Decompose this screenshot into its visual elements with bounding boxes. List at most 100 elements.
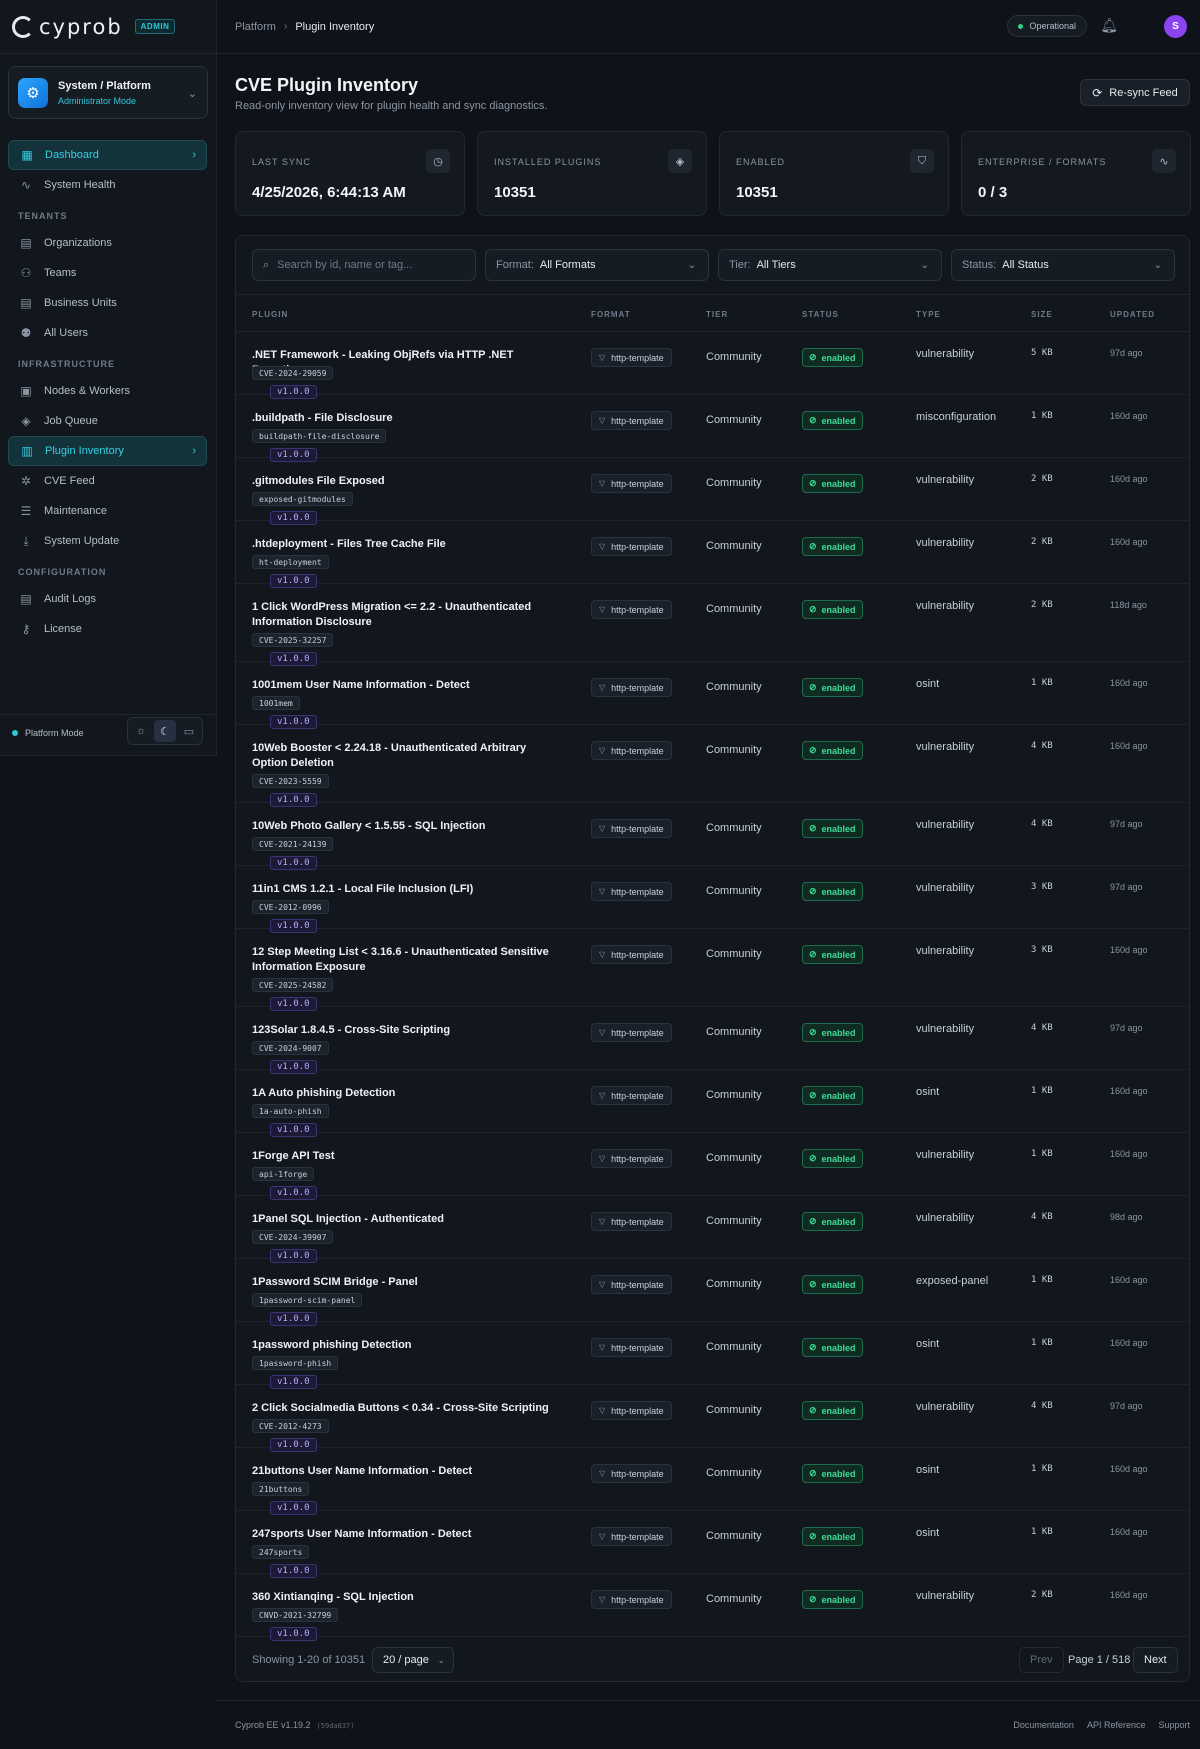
chevron-down-icon: ⌄ bbox=[437, 1654, 445, 1665]
table-row[interactable]: 247sports User Name Information - Detect… bbox=[236, 1511, 1189, 1578]
format-label: http-template bbox=[611, 1405, 664, 1416]
table-row[interactable]: 10Web Booster < 2.24.18 - Unauthenticate… bbox=[236, 725, 1189, 807]
sidebar-item-system-update[interactable]: ⤓ System Update bbox=[8, 526, 207, 556]
sidebar-item-maintenance[interactable]: ☰ Maintenance bbox=[8, 496, 207, 526]
table-row[interactable]: 11in1 CMS 1.2.1 - Local File Inclusion (… bbox=[236, 866, 1189, 933]
plugin-name: 1Password SCIM Bridge - Panel bbox=[252, 1276, 418, 1288]
moon-icon[interactable]: ☾ bbox=[154, 720, 176, 742]
sidebar-item-organizations[interactable]: ▤ Organizations bbox=[8, 228, 207, 258]
plugin-name: 10Web Booster < 2.24.18 - Unauthenticate… bbox=[252, 742, 527, 769]
sidebar-item-teams[interactable]: ⚇ Teams bbox=[8, 258, 207, 288]
tier-select-label: Tier: bbox=[729, 259, 751, 271]
sidebar-item-business-units[interactable]: ▤ Business Units bbox=[8, 288, 207, 318]
format-label: http-template bbox=[611, 604, 664, 615]
page-size-select[interactable]: 20 / page ⌄ bbox=[372, 1647, 454, 1673]
format-badge: ▽ http-template bbox=[591, 945, 672, 964]
format-label: http-template bbox=[611, 1153, 664, 1164]
sidebar-item-license[interactable]: ⚷ License bbox=[8, 614, 207, 644]
table-row[interactable]: 10Web Photo Gallery < 1.5.55 - SQL Injec… bbox=[236, 803, 1189, 870]
sidebar-item-cve-feed[interactable]: ✲ CVE Feed bbox=[8, 466, 207, 496]
filter-icon: ▽ bbox=[599, 1469, 606, 1478]
check-circle-icon: ⊘ bbox=[809, 1216, 817, 1226]
table-row[interactable]: 1 Click WordPress Migration <= 2.2 - Una… bbox=[236, 584, 1189, 666]
updated-label: 160d ago bbox=[1110, 474, 1148, 484]
prev-page-button[interactable]: Prev bbox=[1019, 1647, 1064, 1673]
plugin-id-tag: CVE-2025-32257 bbox=[252, 633, 334, 647]
resync-feed-button[interactable]: ⟳ Re-sync Feed bbox=[1080, 79, 1190, 106]
filter-icon: ▽ bbox=[599, 1406, 606, 1415]
plugin-id-tag: 1password-scim-panel bbox=[252, 1293, 363, 1307]
breadcrumb-root[interactable]: Platform bbox=[235, 21, 276, 33]
database-icon: ☰ bbox=[20, 504, 32, 518]
table-header: PLUGIN FORMAT TIER STATUS TYPE SIZE UPDA… bbox=[236, 294, 1189, 332]
table-row[interactable]: 1A Auto phishing Detection 1a-auto-phish v… bbox=[236, 1070, 1189, 1137]
stat-label: ENABLED bbox=[736, 157, 786, 167]
search-input[interactable] bbox=[277, 259, 458, 271]
plugin-name: 12 Step Meeting List < 3.16.6 - Unauthen… bbox=[252, 946, 549, 973]
sun-icon[interactable]: ☼ bbox=[130, 720, 152, 742]
table-row[interactable]: 123Solar 1.8.4.5 - Cross-Site Scripting C… bbox=[236, 1007, 1189, 1074]
plugin-name: .htdeployment - Files Tree Cache File bbox=[252, 538, 446, 550]
status-label: enabled bbox=[821, 1090, 856, 1101]
table-row[interactable]: 21buttons User Name Information - Detect… bbox=[236, 1448, 1189, 1515]
platform-mode-label: Platform Mode bbox=[25, 727, 84, 738]
table-row[interactable]: .NET Framework - Leaking ObjRefs via HTT… bbox=[236, 332, 1189, 399]
tenant-switcher[interactable]: ⚙ System / Platform Administrator Mode ⌄ bbox=[8, 66, 208, 119]
plugin-tags: CVE-2012-4273 v1.0.0 bbox=[252, 1419, 329, 1452]
tier-label: Community bbox=[706, 744, 762, 756]
column-header-format: FORMAT bbox=[591, 310, 631, 319]
bell-icon[interactable]: 🔔︎ bbox=[1100, 17, 1118, 34]
size-label: 1 KB bbox=[1031, 1275, 1053, 1285]
api-reference-link[interactable]: API Reference bbox=[1087, 1720, 1146, 1730]
plugin-name: 1A Auto phishing Detection bbox=[252, 1087, 396, 1099]
sidebar-item-dashboard[interactable]: ▦ Dashboard › bbox=[8, 140, 207, 170]
status-label: enabled bbox=[821, 745, 856, 756]
sidebar-item-job-queue[interactable]: ◈ Job Queue bbox=[8, 406, 207, 436]
page-indicator: Page 1 / 518 bbox=[1068, 1654, 1131, 1666]
table-row[interactable]: 1Password SCIM Bridge - Panel 1password-s… bbox=[236, 1259, 1189, 1326]
chevron-right-icon: › bbox=[283, 21, 288, 32]
type-label: vulnerability bbox=[916, 537, 975, 549]
plugin-tags: 1a-auto-phish v1.0.0 bbox=[252, 1104, 329, 1137]
documentation-link[interactable]: Documentation bbox=[1013, 1720, 1074, 1730]
refresh-icon: ⟳ bbox=[1092, 85, 1103, 100]
next-page-button[interactable]: Next bbox=[1133, 1647, 1178, 1673]
sidebar-item-plugin-inventory[interactable]: ▥ Plugin Inventory › bbox=[8, 436, 207, 466]
table-row[interactable]: 2 Click Socialmedia Buttons < 0.34 - Cro… bbox=[236, 1385, 1189, 1452]
building-icon: ▤ bbox=[20, 296, 32, 310]
sidebar-item-all-users[interactable]: ⚉ All Users bbox=[8, 318, 207, 348]
monitor-icon[interactable]: ▭ bbox=[178, 720, 200, 742]
type-label: vulnerability bbox=[916, 741, 975, 753]
status-select[interactable]: Status: All Status ⌄ bbox=[951, 249, 1175, 281]
table-row[interactable]: .buildpath - File Disclosure buildpath-fi… bbox=[236, 395, 1189, 462]
page-subtitle: Read-only inventory view for plugin heal… bbox=[235, 100, 548, 112]
sidebar-item-system-health[interactable]: ∿ System Health bbox=[8, 170, 207, 200]
sidebar-item-audit-logs[interactable]: ▤ Audit Logs bbox=[8, 584, 207, 614]
users-icon: ⚉ bbox=[20, 326, 32, 340]
sidebar-item-label: CVE Feed bbox=[44, 475, 95, 487]
table-row[interactable]: 1Forge API Test api-1forge v1.0.0 ▽ http-tem… bbox=[236, 1133, 1189, 1200]
table-row[interactable]: 12 Step Meeting List < 3.16.6 - Unauthen… bbox=[236, 929, 1189, 1011]
plugin-id-tag: 1a-auto-phish bbox=[252, 1104, 329, 1118]
type-label: exposed-panel bbox=[916, 1275, 989, 1287]
table-row[interactable]: 1password phishing Detection 1password-ph… bbox=[236, 1322, 1189, 1389]
tier-select[interactable]: Tier: All Tiers ⌄ bbox=[718, 249, 942, 281]
support-link[interactable]: Support bbox=[1158, 1720, 1190, 1730]
size-label: 1 KB bbox=[1031, 1464, 1053, 1474]
brand[interactable]: cyprob ADMIN bbox=[0, 0, 216, 54]
plugin-tags: api-1forge v1.0.0 bbox=[252, 1167, 317, 1200]
size-label: 1 KB bbox=[1031, 1086, 1053, 1096]
table-row[interactable]: .gitmodules File Exposed exposed-gitmodul… bbox=[236, 458, 1189, 525]
avatar[interactable]: S bbox=[1164, 15, 1187, 38]
status-badge[interactable]: Operational bbox=[1007, 15, 1087, 37]
sidebar-item-nodes-workers[interactable]: ▣ Nodes & Workers bbox=[8, 376, 207, 406]
search-field[interactable]: ⌕ bbox=[252, 249, 476, 281]
table-row[interactable]: 1Panel SQL Injection - Authenticated CVE-… bbox=[236, 1196, 1189, 1263]
plugin-tags: CVE-2024-39907 v1.0.0 bbox=[252, 1230, 334, 1263]
format-badge: ▽ http-template bbox=[591, 537, 672, 556]
table-row[interactable]: .htdeployment - Files Tree Cache File ht-… bbox=[236, 521, 1189, 588]
table-row[interactable]: 360 Xintianqing - SQL Injection CNVD-2021… bbox=[236, 1574, 1189, 1641]
format-select[interactable]: Format: All Formats ⌄ bbox=[485, 249, 709, 281]
check-circle-icon: ⊘ bbox=[809, 541, 817, 551]
table-row[interactable]: 1001mem User Name Information - Detect 10… bbox=[236, 662, 1189, 729]
